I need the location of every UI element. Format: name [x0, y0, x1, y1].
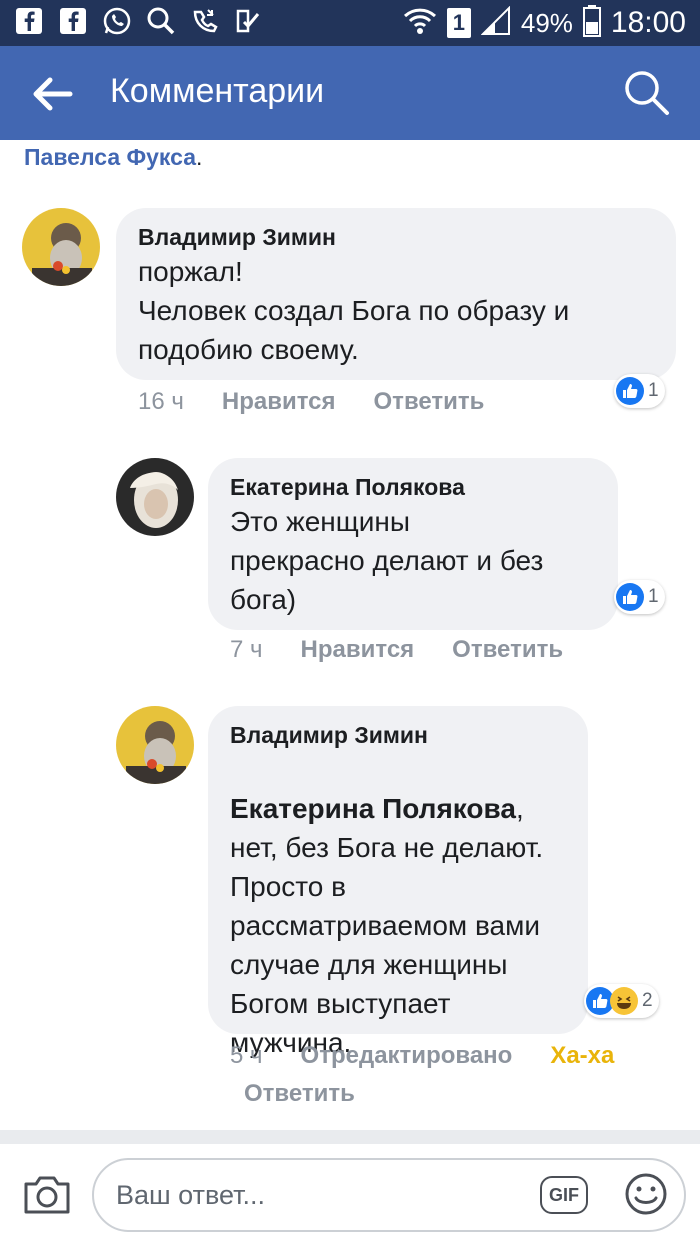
reply-button[interactable]: Ответить — [244, 1080, 355, 1108]
clock: 18:00 — [610, 6, 686, 39]
reaction-count: 1 — [648, 380, 659, 401]
haha-reaction-icon — [610, 987, 638, 1015]
comment-bubble[interactable]: Екатерина Полякова Это женщины прекрасно… — [208, 458, 618, 630]
wifi-icon — [403, 6, 437, 41]
reaction-count: 1 — [648, 586, 659, 607]
gif-button[interactable]: GIF — [540, 1176, 588, 1214]
haha-reaction-button[interactable]: Ха-ха — [550, 1042, 614, 1070]
reaction-summary[interactable]: 1 — [614, 374, 665, 408]
notification-icons — [14, 6, 264, 36]
back-arrow-icon — [33, 77, 73, 111]
previous-comment-tail: Павелса Фукса. — [24, 144, 202, 171]
page-title: Комментарии — [110, 72, 325, 110]
facebook-notification-icon — [14, 6, 44, 36]
comment-author[interactable]: Екатерина Полякова — [230, 472, 596, 502]
search-button[interactable] — [622, 68, 670, 116]
camera-button[interactable] — [22, 1174, 72, 1216]
avatar[interactable] — [116, 458, 194, 536]
mention-trailing: , — [515, 793, 524, 824]
sim-icon: 1 — [446, 8, 471, 38]
like-button[interactable]: Нравится — [222, 388, 336, 416]
status-bar: 1 49% 18:00 — [0, 0, 700, 46]
comment-actions: 5 ч Отредактировано Ха-ха — [230, 1042, 614, 1070]
comment-body: нет, без Бога не делают. Просто в рассма… — [230, 832, 544, 1058]
comment-timestamp: 16 ч — [138, 388, 184, 415]
like-button[interactable]: Нравится — [301, 636, 415, 664]
mention-link[interactable]: Павелса Фукса — [24, 144, 196, 170]
reply-input[interactable]: Ваш ответ... GIF — [92, 1158, 686, 1232]
comment-actions: 7 ч Нравится Ответить — [230, 636, 563, 664]
comment-bubble[interactable]: Владимир Зимин Екатерина Полякова, нет, … — [208, 706, 588, 1058]
comment-actions: 16 ч Нравится Ответить — [138, 388, 484, 416]
camera-icon — [24, 1176, 70, 1214]
signal-icon — [480, 5, 511, 41]
comment-timestamp: 7 ч — [230, 636, 263, 663]
search-notification-icon — [146, 6, 176, 36]
comment-text: поржал! Человек создал Бога по образу и … — [138, 256, 570, 365]
like-reaction-icon — [616, 583, 644, 611]
mention-link[interactable]: Екатерина Полякова — [230, 793, 516, 824]
emoji-icon — [625, 1173, 667, 1215]
composer-divider — [0, 1130, 700, 1144]
battery-percent: 49% — [520, 7, 573, 38]
comment-author[interactable]: Владимир Зимин — [138, 222, 654, 252]
avatar[interactable] — [22, 208, 100, 286]
comment-author[interactable]: Владимир Зимин — [230, 720, 566, 750]
comments-thread: Павелса Фукса. Владимир Зимин поржал! Че… — [0, 140, 700, 1132]
like-reaction-icon — [616, 377, 644, 405]
reply-button[interactable]: Ответить — [452, 636, 563, 664]
edited-label[interactable]: Отредактировано — [301, 1042, 513, 1070]
reaction-summary[interactable]: 1 — [614, 580, 665, 614]
comment-text: Это женщины прекрасно делают и без бога) — [230, 506, 544, 615]
comment-bubble[interactable]: Владимир Зимин поржал! Человек создал Бо… — [116, 208, 676, 380]
reply-button[interactable]: Ответить — [374, 388, 485, 416]
comment-timestamp: 5 ч — [230, 1042, 263, 1069]
emoji-button[interactable] — [624, 1172, 668, 1216]
avatar[interactable] — [116, 706, 194, 784]
reaction-summary[interactable]: 2 — [584, 984, 659, 1018]
search-icon — [625, 71, 669, 115]
comment-actions-secondary: Ответить — [244, 1080, 355, 1108]
battery-icon — [582, 4, 601, 42]
facebook-notification-icon — [58, 6, 88, 36]
back-button[interactable] — [30, 74, 74, 114]
reply-composer: Ваш ответ... GIF — [0, 1144, 700, 1244]
missed-call-icon — [190, 6, 220, 36]
comment-text: Екатерина Полякова, нет, без Бога не дел… — [230, 750, 566, 1062]
whatsapp-icon — [102, 6, 132, 36]
app-bar: Комментарии — [0, 46, 700, 140]
reaction-count: 2 — [642, 990, 653, 1011]
system-status: 1 49% 18:00 — [403, 4, 686, 42]
message-check-icon — [234, 6, 264, 36]
reply-placeholder: Ваш ответ... — [116, 1180, 266, 1210]
previous-trailing: . — [196, 144, 203, 170]
